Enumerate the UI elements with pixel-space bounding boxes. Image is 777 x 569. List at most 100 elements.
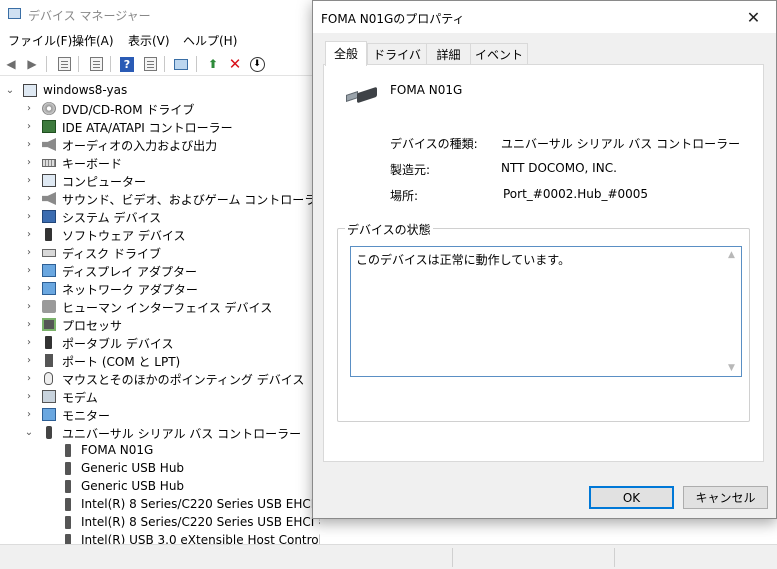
usb-device-icon xyxy=(346,86,378,105)
tree-category[interactable]: › キーボード xyxy=(0,154,320,172)
list-page-icon[interactable] xyxy=(87,55,105,73)
dialog-title: FOMA N01Gのプロパティ xyxy=(321,12,465,26)
chevron-right-icon[interactable]: › xyxy=(23,137,35,151)
tab-events[interactable]: イベント xyxy=(470,43,528,64)
usb-device-icon xyxy=(65,516,71,529)
chevron-right-icon[interactable]: › xyxy=(23,353,35,367)
scroll-up-icon[interactable]: ▲ xyxy=(728,250,735,260)
chevron-down-icon[interactable]: ⌄ xyxy=(23,425,35,439)
tree-category[interactable]: › ヒューマン インターフェイス デバイス xyxy=(0,298,320,316)
tree-category-label: ディスク ドライブ xyxy=(62,247,161,261)
tree-device-label: Generic USB Hub xyxy=(81,479,185,493)
tree-device-item[interactable]: Generic USB Hub xyxy=(0,460,320,478)
chevron-right-icon[interactable]: › xyxy=(23,407,35,421)
chevron-right-icon[interactable]: › xyxy=(23,101,35,115)
device-type-value: ユニバーサル シリアル バス コントローラー xyxy=(501,137,741,151)
tree-device-label: Intel(R) USB 3.0 eXtensible Host Control… xyxy=(81,533,320,544)
chevron-right-icon[interactable]: › xyxy=(23,227,35,241)
tree-device-label: Intel(R) 8 Series/C220 Series USB EHCI #… xyxy=(81,497,320,511)
chevron-right-icon[interactable]: › xyxy=(23,245,35,259)
menu-action[interactable]: 操作(A) xyxy=(72,32,114,49)
tree-device-item[interactable]: Generic USB Hub xyxy=(0,478,320,496)
tree-device-item[interactable]: Intel(R) USB 3.0 eXtensible Host Control… xyxy=(0,532,320,544)
status-scrollbar[interactable]: ▲ ▼ xyxy=(725,247,741,376)
menu-view[interactable]: 表示(V) xyxy=(128,32,170,49)
tree-category[interactable]: › モニター xyxy=(0,406,320,424)
chevron-right-icon[interactable]: › xyxy=(23,281,35,295)
tree-category-label: キーボード xyxy=(62,157,123,171)
tree-category[interactable]: › IDE ATA/ATAPI コントローラー xyxy=(0,118,320,136)
chevron-right-icon[interactable]: › xyxy=(23,335,35,349)
tree-category[interactable]: › モデム xyxy=(0,388,320,406)
tree-device-item[interactable]: FOMA N01G xyxy=(0,442,320,460)
status-bar-divider xyxy=(614,548,615,567)
mouse-icon xyxy=(44,372,53,385)
uninstall-x-icon[interactable]: ✕ xyxy=(226,55,244,73)
close-icon[interactable]: ✕ xyxy=(731,1,776,33)
toolbar-separator xyxy=(196,56,197,72)
location-value: Port_#0002.Hub_#0005 xyxy=(503,187,649,201)
speaker-icon xyxy=(42,138,56,151)
back-arrow-icon[interactable]: ◀ xyxy=(2,55,20,73)
monitor-icon[interactable] xyxy=(172,55,190,73)
chevron-right-icon[interactable]: › xyxy=(23,317,35,331)
tree-category[interactable]: › コンピューター xyxy=(0,172,320,190)
tree-category[interactable]: › プロセッサ xyxy=(0,316,320,334)
tree-category-label: ソフトウェア デバイス xyxy=(62,229,186,243)
tree-category[interactable]: › ポート (COM と LPT) xyxy=(0,352,320,370)
tree-category-label: ポート (COM と LPT) xyxy=(62,355,181,369)
tree-category[interactable]: › ネットワーク アダプター xyxy=(0,280,320,298)
scroll-down-icon[interactable]: ▼ xyxy=(728,363,735,373)
ok-button[interactable]: OK xyxy=(589,486,674,509)
chevron-right-icon[interactable]: › xyxy=(23,191,35,205)
device-manager-title: デバイス マネージャー xyxy=(28,9,151,23)
tree-category-label: IDE ATA/ATAPI コントローラー xyxy=(62,121,233,135)
tree-device-label: Intel(R) 8 Series/C220 Series USB EHCI #… xyxy=(81,515,320,529)
chevron-right-icon[interactable]: › xyxy=(23,155,35,169)
menu-file[interactable]: ファイル(F) xyxy=(8,32,72,49)
disk-drive-icon xyxy=(42,249,56,257)
tree-category[interactable]: › ディスプレイ アダプター xyxy=(0,262,320,280)
hid-icon xyxy=(42,300,56,313)
tree-category[interactable]: › ディスク ドライブ xyxy=(0,244,320,262)
tree-category[interactable]: › マウスとそのほかのポインティング デバイス xyxy=(0,370,320,388)
forward-arrow-icon[interactable]: ▶ xyxy=(23,55,41,73)
tree-root[interactable]: ⌄ windows8-yas xyxy=(0,82,320,100)
device-tree: ⌄ windows8-yas › DVD/CD-ROM ドライブ › IDE A… xyxy=(0,82,320,544)
chevron-right-icon[interactable]: › xyxy=(23,209,35,223)
status-bar-divider xyxy=(452,548,453,567)
view-icon[interactable] xyxy=(141,55,159,73)
toolbar-separator xyxy=(110,56,111,72)
port-icon xyxy=(45,354,53,367)
tree-category-usb[interactable]: ⌄ ユニバーサル シリアル バス コントローラー xyxy=(0,424,320,442)
chevron-right-icon[interactable]: › xyxy=(23,119,35,133)
tree-category[interactable]: › ポータブル デバイス xyxy=(0,334,320,352)
update-driver-icon[interactable]: ⬆ xyxy=(204,55,222,73)
download-icon[interactable]: ⬇ xyxy=(248,55,266,73)
chevron-right-icon[interactable]: › xyxy=(23,173,35,187)
tree-category[interactable]: › システム デバイス xyxy=(0,208,320,226)
chevron-right-icon[interactable]: › xyxy=(23,299,35,313)
menu-help[interactable]: ヘルプ(H) xyxy=(183,32,237,49)
chevron-right-icon[interactable]: › xyxy=(23,371,35,385)
properties-page-icon[interactable] xyxy=(55,55,73,73)
tab-details[interactable]: 詳細 xyxy=(426,43,471,64)
tree-category[interactable]: › DVD/CD-ROM ドライブ xyxy=(0,100,320,118)
cancel-button[interactable]: キャンセル xyxy=(683,486,768,509)
tab-general[interactable]: 全般 xyxy=(325,41,367,66)
chevron-right-icon[interactable]: › xyxy=(23,263,35,277)
tree-device-item[interactable]: Intel(R) 8 Series/C220 Series USB EHCI #… xyxy=(0,496,320,514)
chevron-down-icon[interactable]: ⌄ xyxy=(4,83,16,97)
tree-category[interactable]: › サウンド、ビデオ、およびゲーム コントローラー xyxy=(0,190,320,208)
tree-category[interactable]: › ソフトウェア デバイス xyxy=(0,226,320,244)
device-status-textbox[interactable]: このデバイスは正常に動作しています。 ▲ ▼ xyxy=(350,246,742,377)
dialog-titlebar[interactable]: FOMA N01Gのプロパティ ✕ xyxy=(313,1,776,33)
tree-device-item[interactable]: Intel(R) 8 Series/C220 Series USB EHCI #… xyxy=(0,514,320,532)
tab-driver[interactable]: ドライバー xyxy=(367,43,427,79)
sound-icon xyxy=(42,192,56,205)
chevron-right-icon[interactable]: › xyxy=(23,389,35,403)
help-icon[interactable]: ? xyxy=(118,55,136,73)
tree-category[interactable]: › オーディオの入力および出力 xyxy=(0,136,320,154)
tree-category-label: ユニバーサル シリアル バス コントローラー xyxy=(62,427,302,441)
tree-category-label: ネットワーク アダプター xyxy=(62,283,198,297)
